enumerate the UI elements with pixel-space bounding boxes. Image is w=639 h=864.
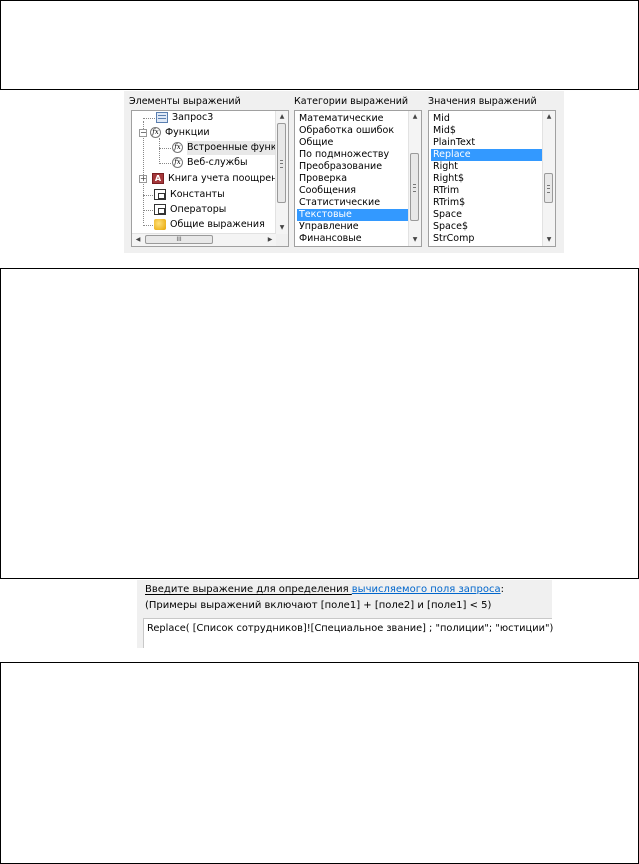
expression-builder-panel: Элементы выражений Запрос3 − fx Функции … — [124, 91, 564, 253]
operators-icon — [154, 204, 166, 215]
category-item[interactable]: Управление — [297, 221, 408, 233]
tree-line — [159, 138, 160, 164]
values-items: Mid Mid$ PlainText Replace Right Right$ RTrim R… — [431, 113, 542, 245]
collapse-icon[interactable]: − — [139, 129, 147, 137]
values-vscroll[interactable]: ▲ ▼ — [542, 111, 555, 246]
constants-icon — [154, 189, 166, 200]
function-icon: fx — [150, 127, 161, 138]
tree-item-label: Встроенные функ — [187, 141, 277, 155]
value-item[interactable]: Space — [431, 209, 542, 221]
category-item[interactable]: Математические — [297, 113, 408, 125]
value-item[interactable]: Right — [431, 161, 542, 173]
scroll-up-icon[interactable]: ▲ — [276, 111, 288, 123]
tree-item-label: Книга учета поощрен — [168, 173, 278, 184]
categories-items: Математические Обработка ошибок Общие По по… — [297, 113, 408, 245]
tree-item-label: Общие выражения — [170, 219, 265, 230]
scroll-down-icon[interactable]: ▼ — [543, 234, 555, 246]
scroll-down-icon[interactable]: ▼ — [409, 234, 421, 246]
scroll-up-icon[interactable]: ▲ — [543, 111, 555, 123]
value-item[interactable]: RTrim$ — [431, 197, 542, 209]
category-item[interactable]: Статистические — [297, 197, 408, 209]
expand-icon[interactable]: + — [139, 175, 147, 183]
elements-hscroll[interactable]: ◀ III ▶ — [132, 233, 276, 246]
hscroll-thumb[interactable]: III — [145, 235, 213, 244]
tree-item-label: Константы — [170, 189, 225, 200]
scroll-down-icon[interactable]: ▼ — [276, 222, 288, 234]
tree-line — [159, 163, 171, 164]
value-item[interactable]: StrComp — [431, 233, 542, 245]
scroll-left-icon[interactable]: ◀ — [132, 234, 144, 246]
tree-line — [159, 148, 171, 149]
value-item[interactable]: RTrim — [431, 185, 542, 197]
scroll-corner — [276, 234, 288, 246]
expression-input[interactable]: Replace( [Список сотрудников]![Специальн… — [143, 618, 554, 648]
category-item[interactable]: Проверка — [297, 173, 408, 185]
middle-text-frame — [0, 268, 639, 579]
examples-text: (Примеры выражений включают [поле1] + [п… — [145, 600, 492, 611]
access-db-icon: A — [152, 173, 164, 184]
function-icon: fx — [172, 157, 183, 168]
value-item[interactable]: PlainText — [431, 137, 542, 149]
common-expressions-icon — [154, 219, 166, 230]
category-item[interactable]: Обработка ошибок — [297, 125, 408, 137]
elements-tree[interactable]: Запрос3 − fx Функции fx Встроенные функ … — [131, 110, 289, 247]
scroll-right-icon[interactable]: ▶ — [264, 234, 276, 246]
value-item[interactable]: Right$ — [431, 173, 542, 185]
scroll-thumb[interactable] — [277, 123, 286, 203]
categories-vscroll[interactable]: ▲ ▼ — [408, 111, 421, 246]
elements-vscroll[interactable]: ▲ ▼ — [275, 111, 288, 234]
prompt-colon: : — [500, 584, 504, 595]
categories-list[interactable]: Математические Обработка ошибок Общие По по… — [294, 110, 422, 247]
category-item[interactable]: Сообщения — [297, 185, 408, 197]
tree-line — [143, 118, 155, 119]
category-item[interactable]: Общие — [297, 137, 408, 149]
expression-entry-panel: Введите выражение для определения вычисл… — [137, 580, 554, 648]
query-icon — [156, 112, 168, 123]
value-item[interactable]: Mid$ — [431, 125, 542, 137]
value-item[interactable]: Replace — [431, 149, 542, 161]
elements-label: Элементы выражений — [129, 96, 241, 107]
tree-item-label: Запрос3 — [172, 112, 214, 123]
tree-item-label: Операторы — [170, 204, 227, 215]
categories-label: Категории выражений — [294, 96, 409, 107]
category-item[interactable]: Финансовые — [297, 233, 408, 245]
category-item[interactable]: Преобразование — [297, 161, 408, 173]
function-icon: fx — [172, 142, 183, 153]
values-list[interactable]: Mid Mid$ PlainText Replace Right Right$ RTrim R… — [428, 110, 556, 247]
bottom-text-frame — [0, 662, 639, 864]
tree-item-label: Функции — [165, 127, 210, 138]
entry-prompt: Введите выражение для определения вычисл… — [145, 584, 504, 595]
category-item[interactable]: Текстовые — [297, 209, 408, 221]
scroll-thumb[interactable] — [544, 173, 553, 203]
value-item[interactable]: Mid — [431, 113, 542, 125]
values-label: Значения выражений — [428, 96, 537, 107]
scroll-up-icon[interactable]: ▲ — [409, 111, 421, 123]
expression-text: Replace( [Список сотрудников]![Специальн… — [147, 623, 554, 634]
scroll-thumb[interactable] — [410, 153, 419, 221]
category-item[interactable]: По подмножеству — [297, 149, 408, 161]
top-text-frame — [0, 0, 639, 90]
value-item[interactable]: Space$ — [431, 221, 542, 233]
tree-item-label: Веб-службы — [187, 157, 248, 168]
prompt-text: Введите выражение для определения — [145, 584, 352, 595]
calculated-field-link[interactable]: вычисляемого поля запроса — [352, 584, 501, 595]
